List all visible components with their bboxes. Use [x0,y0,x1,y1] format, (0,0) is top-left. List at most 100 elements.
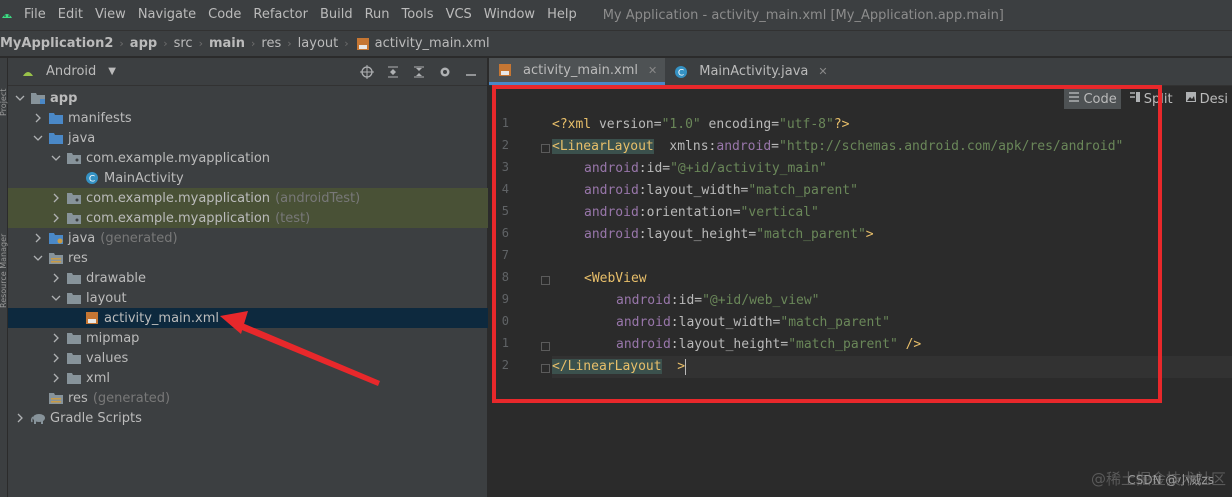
tree-item-mipmap[interactable]: mipmap [8,328,488,348]
tree-item-java-generated[interactable]: java (generated) [8,228,488,248]
line-number: 2 [501,358,509,372]
breadcrumb-file[interactable]: activity_main.xml [375,36,490,51]
code-token: android [616,315,671,330]
tree-item-res[interactable]: res [8,248,488,268]
chevron-right-icon[interactable] [50,212,62,224]
fold-marker-icon[interactable] [541,342,550,351]
breadcrumb-project[interactable]: MyApplication2 [0,36,113,51]
menu-vcs[interactable]: VCS [440,0,478,30]
code-token: :layout_width [670,315,773,330]
fold-marker-icon[interactable] [541,276,550,285]
tree-item-xml[interactable]: xml [8,368,488,388]
tree-item-res-generated[interactable]: res (generated) [8,388,488,408]
chevron-right-icon[interactable] [50,332,62,344]
menu-run[interactable]: Run [359,0,396,30]
breadcrumb-separator-icon: › [251,37,256,50]
tree-item-label: Gradle Scripts [50,410,142,426]
menu-view[interactable]: View [89,0,132,30]
breadcrumb-separator-icon: › [287,37,292,50]
breadcrumb: MyApplication2 › app › src › main › res … [0,30,1232,57]
chevron-down-icon[interactable] [50,152,62,164]
tree-item-package-main[interactable]: com.example.myapplication [8,148,488,168]
code-token: <?xml [552,117,599,132]
chevron-down-icon[interactable] [32,132,44,144]
resource-folder-icon [48,390,64,406]
tree-item-java[interactable]: java [8,128,488,148]
menu-help[interactable]: Help [541,0,583,30]
design-mode-button[interactable]: Desi [1181,89,1232,109]
fold-marker-icon[interactable] [541,144,550,153]
menu-refactor[interactable]: Refactor [247,0,314,30]
menu-file[interactable]: File [18,0,52,30]
tree-item-mainactivity[interactable]: C MainActivity [8,168,488,188]
tree-item-package-androidtest[interactable]: com.example.myapplication (androidTest) [8,188,488,208]
breadcrumb-res[interactable]: res [261,36,281,51]
expand-all-icon[interactable] [385,64,401,80]
menu-code[interactable]: Code [202,0,247,30]
code-token: android [584,227,639,242]
tree-item-label: com.example.myapplication [86,190,271,206]
chevron-down-icon[interactable] [50,292,62,304]
code-token: > [865,227,874,242]
line-number: 0 [501,314,509,328]
svg-text:C: C [89,175,95,185]
menu-edit[interactable]: Edit [52,0,89,30]
menu-build[interactable]: Build [314,0,359,30]
code-token: "@+id/web_view" [702,293,820,308]
close-icon[interactable]: ✕ [648,64,657,77]
menu-bar: File Edit View Navigate Code Refactor Bu… [0,0,1232,30]
tree-item-layout[interactable]: layout [8,288,488,308]
folder-icon [66,270,82,286]
tree-item-manifests[interactable]: manifests [8,108,488,128]
menu-window[interactable]: Window [478,0,541,30]
chevron-right-icon[interactable] [14,412,26,424]
breadcrumb-module[interactable]: app [130,36,157,51]
breadcrumb-src[interactable]: src [174,36,193,51]
tree-item-package-test[interactable]: com.example.myapplication (test) [8,208,488,228]
xml-layout-file-icon [355,36,371,52]
menu-tools[interactable]: Tools [396,0,440,30]
tree-item-activity-main-xml[interactable]: activity_main.xml [8,308,488,328]
menu-navigate[interactable]: Navigate [132,0,202,30]
chevron-right-icon[interactable] [50,352,62,364]
chevron-right-icon[interactable] [50,372,62,384]
chevron-right-icon[interactable] [50,272,62,284]
code-mode-button[interactable]: Code [1064,89,1121,109]
tree-item-drawable[interactable]: drawable [8,268,488,288]
chevron-down-icon[interactable] [14,92,26,104]
tab-activity-main-xml[interactable]: activity_main.xml ✕ [489,58,666,85]
code-token: :id [638,161,663,176]
tree-item-values[interactable]: values [8,348,488,368]
crosshair-icon[interactable] [359,64,375,80]
tab-mainactivity-java[interactable]: C MainActivity.java ✕ [665,58,835,85]
chevron-right-icon[interactable] [50,192,62,204]
project-view-selector[interactable]: Android ▼ [20,64,116,80]
gear-icon[interactable] [437,64,453,80]
tree-item-app[interactable]: app [8,88,488,108]
tree-item-gradle-scripts[interactable]: Gradle Scripts [8,408,488,428]
collapse-all-icon[interactable] [411,64,427,80]
xml-layout-file-icon [84,310,100,326]
gradle-elephant-icon [30,410,46,426]
java-class-icon: C [84,170,100,186]
breadcrumb-main[interactable]: main [209,36,245,51]
code-token: xmlns: [653,139,717,154]
tree-item-label: activity_main.xml [104,310,220,326]
line-number: 9 [501,292,509,306]
code-token: = [732,205,741,220]
chevron-right-icon[interactable] [32,232,44,244]
fold-marker-icon[interactable] [541,364,550,373]
minimize-icon[interactable] [463,64,479,80]
close-icon[interactable]: ✕ [818,65,827,78]
package-folder-icon [66,190,82,206]
chevron-down-icon[interactable] [32,252,44,264]
split-mode-button[interactable]: Split [1125,89,1177,109]
image-icon [1185,91,1197,107]
code-line: <WebView [552,268,1232,290]
breadcrumb-layout[interactable]: layout [298,36,339,51]
chevron-right-icon[interactable] [32,112,44,124]
code-editor[interactable]: <?xml version="1.0" encoding="utf-8"?> <… [552,114,1232,378]
code-token: :layout_width [638,183,741,198]
tree-item-suffix: (androidTest) [275,190,361,206]
